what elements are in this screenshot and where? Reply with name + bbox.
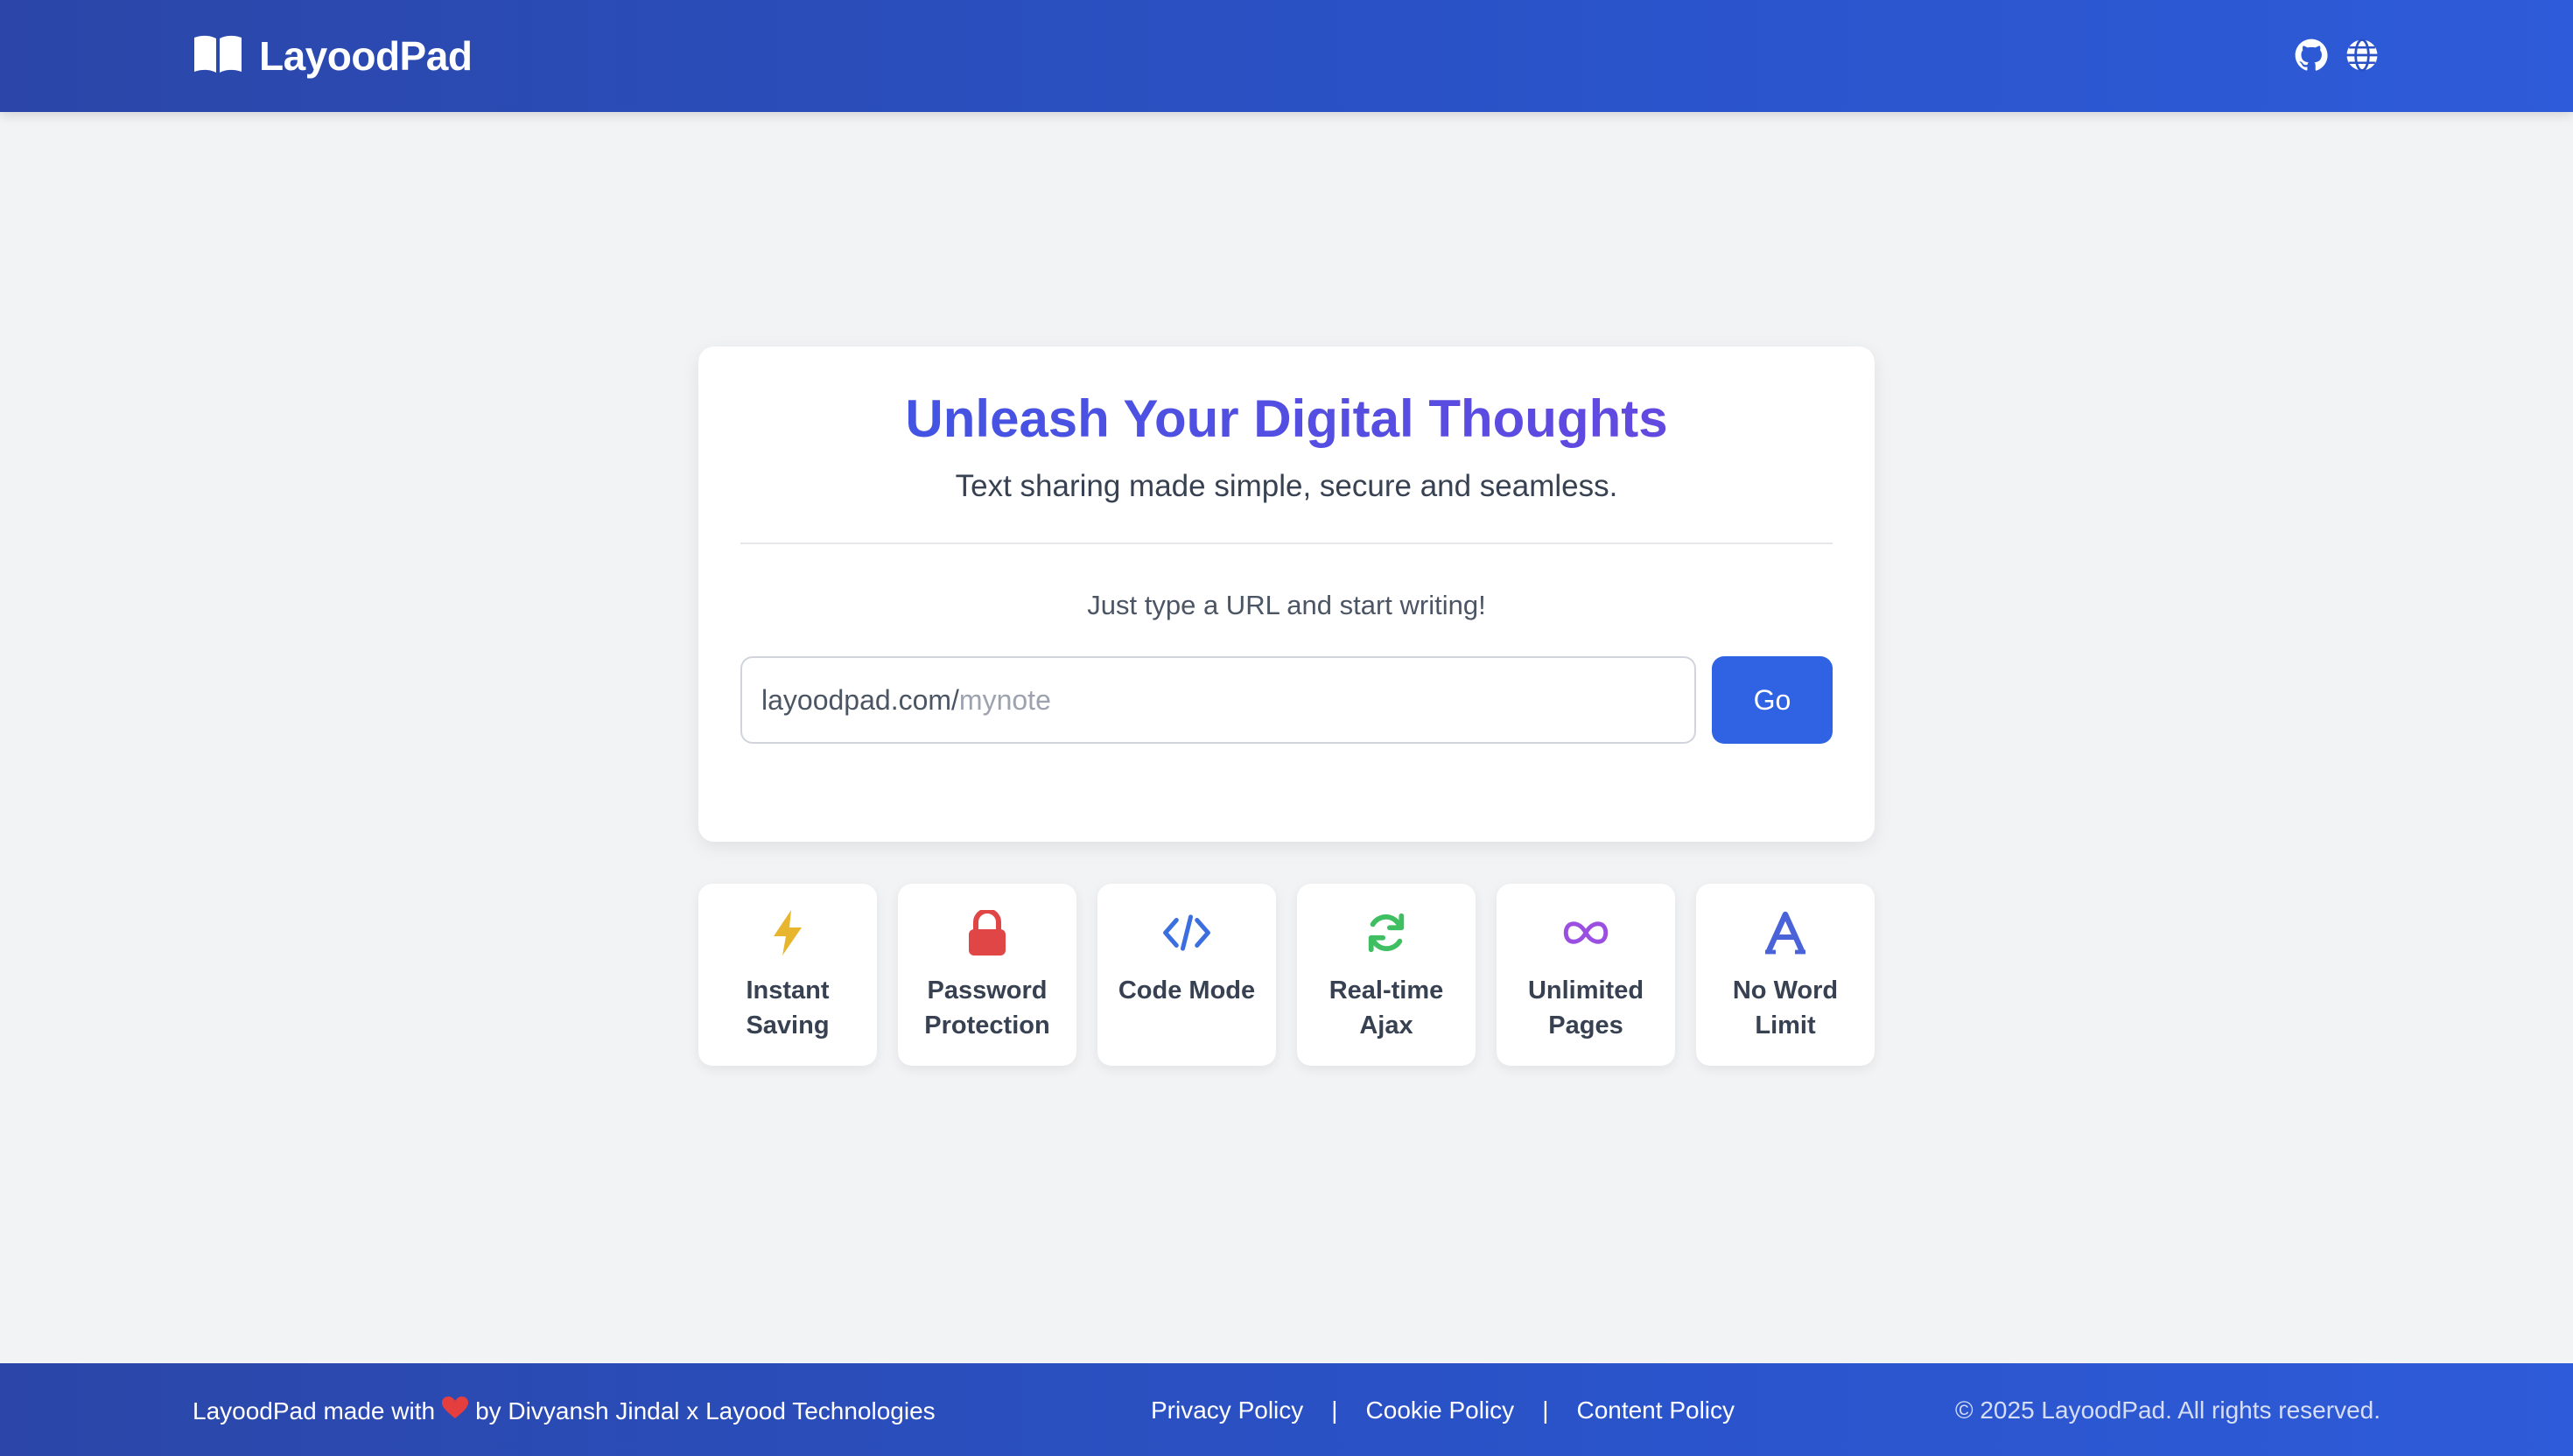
globe-icon[interactable] bbox=[2344, 37, 2380, 74]
footer-links: Privacy Policy | Cookie Policy | Content… bbox=[1151, 1396, 1735, 1424]
feature-code-mode: Code Mode bbox=[1097, 884, 1276, 1066]
feature-unlimited-pages: Unlimited Pages bbox=[1497, 884, 1675, 1066]
note-name-input[interactable] bbox=[958, 674, 1694, 726]
feature-list: Instant Saving Password Protection Code Mo… bbox=[698, 884, 1875, 1066]
feature-label: Password Protection bbox=[924, 976, 1050, 1040]
divider bbox=[740, 542, 1833, 544]
link-separator: | bbox=[1542, 1396, 1549, 1424]
feature-label: Unlimited Pages bbox=[1527, 976, 1644, 1040]
link-separator: | bbox=[1331, 1396, 1338, 1424]
bolt-icon bbox=[763, 908, 812, 957]
github-icon[interactable] bbox=[2293, 37, 2330, 74]
feature-no-word-limit: No Word Limit bbox=[1696, 884, 1875, 1066]
lock-icon bbox=[963, 908, 1012, 957]
go-button[interactable]: Go bbox=[1712, 656, 1833, 744]
footer: LayoodPad made with by Divyansh Jindal x… bbox=[0, 1363, 2573, 1456]
hero-card: Unleash Your Digital Thoughts Text shari… bbox=[698, 346, 1875, 842]
hero-subtitle: Text sharing made simple, secure and sea… bbox=[955, 469, 1618, 503]
feature-realtime-ajax: Real-time Ajax bbox=[1297, 884, 1476, 1066]
privacy-policy-link[interactable]: Privacy Policy bbox=[1151, 1396, 1303, 1424]
brand-link[interactable]: LayoodPad bbox=[193, 32, 473, 80]
footer-credit: LayoodPad made with by Divyansh Jindal x… bbox=[193, 1396, 936, 1425]
font-icon bbox=[1761, 908, 1810, 957]
feature-label: No Word Limit bbox=[1732, 976, 1839, 1040]
heart-icon bbox=[442, 1396, 469, 1425]
book-open-icon bbox=[193, 34, 243, 79]
feature-label: Code Mode bbox=[1118, 976, 1256, 1004]
feature-label: Real-time Ajax bbox=[1329, 976, 1444, 1040]
content-policy-link[interactable]: Content Policy bbox=[1576, 1396, 1735, 1424]
infinity-icon bbox=[1561, 908, 1610, 957]
cookie-policy-link[interactable]: Cookie Policy bbox=[1366, 1396, 1515, 1424]
url-prefix: layoodpad.com/ bbox=[761, 683, 959, 716]
feature-label: Instant Saving bbox=[746, 976, 830, 1040]
url-prompt: Just type a URL and start writing! bbox=[1087, 590, 1486, 620]
sync-icon bbox=[1362, 908, 1411, 957]
top-navbar: LayoodPad bbox=[0, 0, 2573, 112]
copyright-text: © 2025 LayoodPad. All rights reserved. bbox=[1954, 1396, 2380, 1424]
brand-name: LayoodPad bbox=[259, 33, 473, 79]
url-field[interactable]: layoodpad.com/ bbox=[740, 656, 1696, 744]
hero-title: Unleash Your Digital Thoughts bbox=[698, 388, 1875, 449]
feature-instant-saving: Instant Saving bbox=[698, 884, 877, 1066]
feature-password-protection: Password Protection bbox=[898, 884, 1076, 1066]
code-icon bbox=[1162, 908, 1211, 957]
